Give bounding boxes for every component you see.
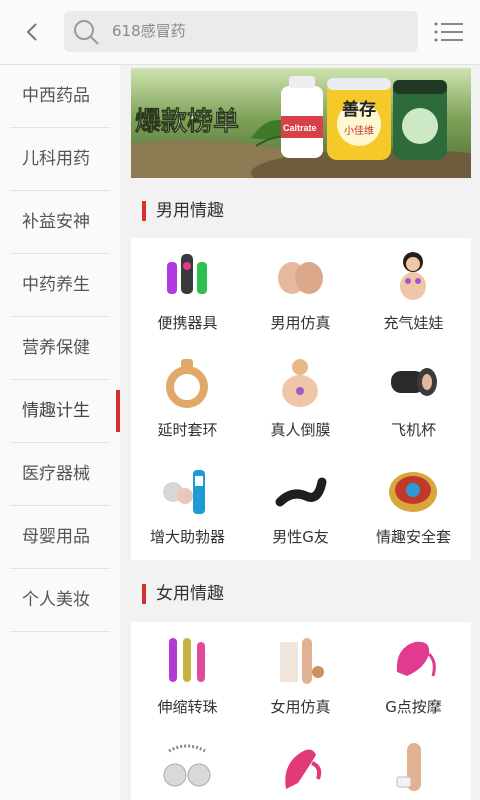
love-eggs-image [159, 739, 216, 795]
sidebar-item-western-chinese-medicine[interactable]: 中西药品 [10, 65, 110, 128]
section-title: 男用情趣 [156, 201, 224, 221]
banner-label-shancun: 善存 [342, 99, 376, 119]
search-icon [72, 18, 100, 46]
rabbit-vibrator-image [272, 739, 329, 795]
dildo-image [385, 739, 442, 795]
rotating-bead-image [159, 632, 216, 688]
category-tile[interactable] [357, 729, 470, 800]
sidebar-item-herbal-wellness[interactable]: 中药养生 [10, 254, 110, 317]
menu-icon[interactable] [432, 16, 466, 48]
sidebar-item-beauty[interactable]: 个人美妆 [10, 569, 110, 632]
category-sidebar: 中西药品 儿科用药 补益安神 中药养生 营养保健 情趣计生 医疗器械 母婴用品 … [0, 65, 120, 800]
category-label: 女用仿真 [270, 698, 331, 716]
promo-banner[interactable]: 爆款榜单 Caltrate 善存 小佳维 [131, 68, 471, 178]
category-label: 便携器具 [157, 314, 218, 332]
realistic-mold-image [272, 355, 329, 411]
category-label: 延时套环 [157, 421, 218, 439]
sidebar-item-nutrition[interactable]: 营养保健 [10, 317, 110, 380]
category-tile[interactable]: 飞机杯 [357, 345, 470, 452]
section-title: 女用情趣 [156, 584, 224, 604]
category-label: 男性G友 [272, 528, 329, 546]
category-tile[interactable]: 伸缩转珠 [131, 622, 244, 729]
search-box[interactable]: 618感冒药 [64, 11, 418, 52]
g-spot-massager-image [385, 632, 442, 688]
sidebar-item-medical-devices[interactable]: 医疗器械 [10, 443, 110, 506]
product-grid-female: 伸缩转珠 女用仿真 G点按摩 [131, 622, 471, 800]
category-label: 飞机杯 [390, 421, 436, 439]
section-accent-bar [142, 201, 146, 221]
category-label: G点按摩 [385, 698, 442, 716]
banner-label-caltrate: Caltrate [283, 123, 317, 133]
sidebar-item-mother-baby[interactable]: 母婴用品 [10, 506, 110, 569]
portable-device-image [159, 248, 216, 304]
category-tile[interactable]: 延时套环 [131, 345, 244, 452]
section-header-female: 女用情趣 [131, 574, 471, 614]
banner-label-xiaojiawei: 小佳维 [344, 124, 374, 137]
category-tile[interactable]: 便携器具 [131, 238, 244, 345]
back-icon[interactable] [14, 14, 50, 50]
category-tile[interactable]: G点按摩 [357, 622, 470, 729]
category-label: 情趣安全套 [375, 528, 451, 546]
category-label: 充气娃娃 [383, 314, 444, 332]
category-tile[interactable]: 充气娃娃 [357, 238, 470, 345]
product-grid-male: 便携器具 男用仿真 充气娃娃 延时套环 真人倒膜 飞机杯 增大助勃器 男性G友 … [131, 238, 471, 560]
enhancement-device-image [159, 462, 216, 518]
category-label: 增大助勃器 [149, 528, 225, 546]
category-tile[interactable] [244, 729, 357, 800]
category-label: 真人倒膜 [270, 421, 331, 439]
section-accent-bar [142, 584, 146, 604]
inflatable-doll-image [385, 248, 442, 304]
female-realistic-image [272, 632, 329, 688]
sidebar-item-pediatric[interactable]: 儿科用药 [10, 128, 110, 191]
sidebar-item-adult-family-planning[interactable]: 情趣计生 [10, 380, 120, 443]
category-tile[interactable]: 女用仿真 [244, 622, 357, 729]
category-label: 男用仿真 [270, 314, 331, 332]
sidebar-item-tonic-sedative[interactable]: 补益安神 [10, 191, 110, 254]
category-tile[interactable]: 增大助勃器 [131, 452, 244, 559]
delay-ring-image [159, 355, 216, 411]
condom-box-image [385, 462, 442, 518]
banner-headline: 爆款榜单 [135, 106, 239, 136]
category-tile[interactable]: 男用仿真 [244, 238, 357, 345]
male-realistic-image [272, 248, 329, 304]
category-tile[interactable] [131, 729, 244, 800]
category-tile[interactable]: 情趣安全套 [357, 452, 470, 559]
male-g-toy-image [272, 462, 329, 518]
category-content: 爆款榜单 Caltrate 善存 小佳维 男用情趣 便携器具 男用仿真 充气娃娃… [121, 65, 480, 800]
masturbator-cup-image [385, 355, 442, 411]
section-header-male: 男用情趣 [131, 191, 471, 231]
top-bar: 618感冒药 [0, 0, 480, 65]
category-tile[interactable]: 男性G友 [244, 452, 357, 559]
category-label: 伸缩转珠 [157, 698, 218, 716]
search-placeholder: 618感冒药 [112, 22, 186, 40]
category-tile[interactable]: 真人倒膜 [244, 345, 357, 452]
